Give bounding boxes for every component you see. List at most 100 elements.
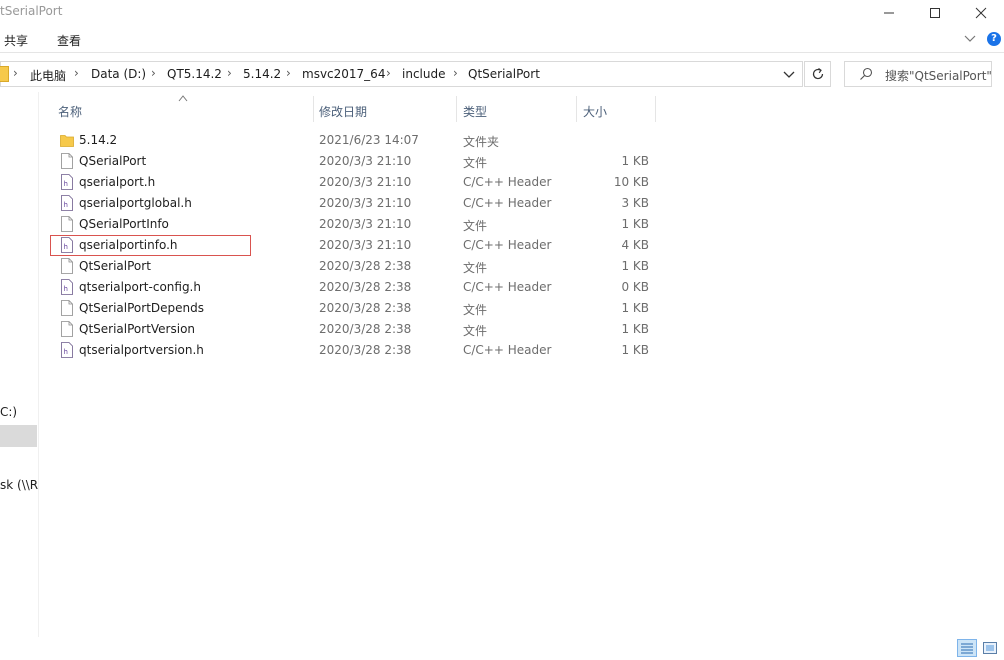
ribbon-tabs: 共享 查看 (0, 27, 1004, 51)
file-row[interactable]: QSerialPortInfo 2020/3/3 21:10 文件 1 KB (40, 214, 660, 235)
file-row[interactable]: QtSerialPortDepends 2020/3/28 2:38 文件 1 … (40, 298, 660, 319)
tab-share[interactable]: 共享 (4, 32, 28, 49)
file-size: 0 KB (621, 280, 649, 294)
file-type: 文件 (463, 324, 488, 338)
file-date: 2020/3/28 2:38 (319, 259, 412, 273)
breadcrumb-separator: › (227, 66, 232, 80)
pane-divider[interactable] (38, 92, 39, 637)
close-button[interactable] (958, 0, 1004, 26)
column-separator[interactable] (456, 96, 457, 122)
file-row[interactable]: QtSerialPortVersion 2020/3/28 2:38 文件 1 … (40, 319, 660, 340)
breadcrumb-separator: › (13, 66, 18, 80)
breadcrumb-qt5142[interactable]: QT5.14.2 (167, 67, 222, 81)
refresh-button[interactable] (804, 61, 831, 87)
column-headers: 名称 修改日期 类型 大小 (40, 95, 660, 124)
column-header-type[interactable]: 类型 (463, 103, 487, 120)
minimize-icon (884, 12, 894, 14)
breadcrumb-data-d[interactable]: Data (D:) (91, 67, 146, 81)
window-title: tSerialPort (0, 4, 63, 18)
file-row[interactable]: h qserialport.h 2020/3/3 21:10 C/C++ Hea… (40, 172, 660, 193)
svg-text:h: h (64, 180, 68, 188)
maximize-button[interactable] (912, 0, 958, 26)
highlight-annotation-box (50, 235, 251, 256)
file-name: QtSerialPort (79, 259, 151, 273)
file-size: 1 KB (621, 217, 649, 231)
column-separator[interactable] (313, 96, 314, 122)
file-row[interactable]: QtSerialPort 2020/3/28 2:38 文件 1 KB (40, 256, 660, 277)
file-type: 文件 (463, 261, 488, 275)
sort-ascending-icon (178, 95, 188, 102)
file-date: 2020/3/3 21:10 (319, 154, 412, 168)
maximize-icon (930, 8, 940, 18)
file-row[interactable]: h qtserialport-config.h 2020/3/28 2:38 C… (40, 277, 660, 298)
column-separator[interactable] (655, 96, 656, 122)
file-size: 10 KB (613, 175, 649, 189)
large-icons-view-icon[interactable] (982, 640, 998, 656)
column-header-date-modified[interactable]: 修改日期 (319, 103, 367, 120)
file-icon (61, 216, 73, 232)
file-date: 2020/3/28 2:38 (319, 301, 412, 315)
file-name: QtSerialPortDepends (79, 301, 204, 315)
breadcrumb-5142[interactable]: 5.14.2 (243, 67, 281, 81)
file-date: 2020/3/28 2:38 (319, 322, 412, 336)
file-row[interactable]: h qtserialportversion.h 2020/3/28 2:38 C… (40, 340, 660, 361)
file-name: qtserialportversion.h (79, 343, 204, 357)
breadcrumb-this-pc[interactable]: 此电脑 (30, 67, 66, 84)
file-size: 1 KB (621, 154, 649, 168)
file-name: 5.14.2 (79, 133, 118, 147)
header-file-icon: h (61, 174, 73, 190)
nav-item-drive-c[interactable]: C:) (0, 405, 17, 419)
breadcrumb-include[interactable]: include (402, 67, 445, 81)
file-date: 2020/3/28 2:38 (319, 343, 412, 357)
expand-ribbon-chevron-icon[interactable] (964, 33, 976, 45)
column-separator[interactable] (576, 96, 577, 122)
file-row[interactable]: QSerialPort 2020/3/3 21:10 文件 1 KB (40, 151, 660, 172)
tab-view[interactable]: 查看 (57, 32, 81, 49)
help-icon[interactable]: ? (987, 32, 1001, 46)
breadcrumb-separator: › (151, 66, 156, 80)
svg-text:h: h (64, 348, 68, 356)
file-name: QSerialPort (79, 154, 147, 168)
nav-item-network-disk[interactable]: sk (\\R (0, 478, 38, 492)
file-icon (61, 258, 73, 274)
breadcrumb-qtserialport[interactable]: QtSerialPort (468, 67, 540, 81)
search-icon (860, 67, 873, 80)
file-type: C/C++ Header (463, 175, 552, 189)
breadcrumb-separator: › (453, 66, 458, 80)
file-size: 1 KB (621, 301, 649, 315)
breadcrumb-msvc2017-64[interactable]: msvc2017_64 (302, 67, 385, 81)
file-type: C/C++ Header (463, 280, 552, 294)
file-row[interactable]: 5.14.2 2021/6/23 14:07 文件夹 (40, 130, 660, 151)
file-type: C/C++ Header (463, 196, 552, 210)
file-size: 4 KB (621, 238, 649, 252)
details-view-icon (961, 643, 973, 654)
file-type: 文件 (463, 156, 488, 170)
details-view-button[interactable] (957, 639, 977, 657)
file-type: 文件 (463, 303, 488, 317)
navigation-pane (0, 92, 38, 637)
address-history-chevron-down-icon[interactable] (780, 66, 798, 82)
file-name: QSerialPortInfo (79, 217, 169, 231)
file-size: 1 KB (621, 343, 649, 357)
search-input[interactable]: 搜索"QtSerialPort" (844, 61, 992, 87)
file-date: 2020/3/3 21:10 (319, 238, 412, 252)
file-name: qtserialport-config.h (79, 280, 201, 294)
address-bar[interactable]: › 此电脑 › Data (D:) › QT5.14.2 › 5.14.2 › … (0, 61, 803, 87)
file-date: 2020/3/28 2:38 (319, 280, 412, 294)
file-row[interactable]: h qserialportglobal.h 2020/3/3 21:10 C/C… (40, 193, 660, 214)
svg-text:h: h (64, 201, 68, 209)
file-name: qserialportglobal.h (79, 196, 192, 210)
column-header-name[interactable]: 名称 (58, 103, 82, 120)
file-type: 文件夹 (463, 135, 500, 149)
minimize-button[interactable] (866, 0, 912, 26)
file-size: 1 KB (621, 322, 649, 336)
folder-icon (60, 135, 74, 147)
file-type: C/C++ Header (463, 238, 552, 252)
file-icon (61, 153, 73, 169)
header-file-icon: h (61, 279, 73, 295)
svg-text:h: h (64, 285, 68, 293)
nav-selected-item[interactable] (0, 425, 37, 447)
column-header-size[interactable]: 大小 (583, 103, 607, 120)
file-size: 3 KB (621, 196, 649, 210)
title-bar: tSerialPort (0, 0, 1004, 26)
